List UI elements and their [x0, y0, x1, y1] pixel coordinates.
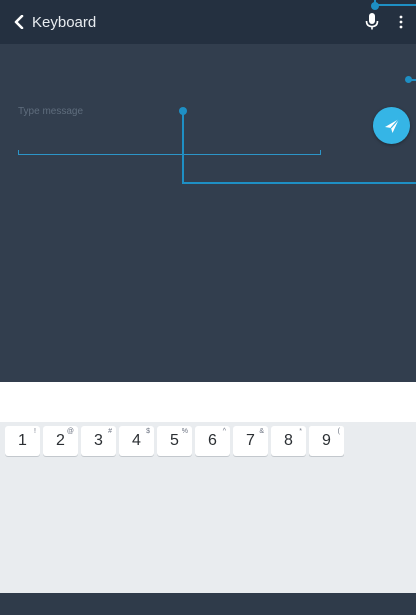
- key-spacer: [347, 426, 357, 456]
- key-7[interactable]: 7 &: [233, 426, 268, 456]
- callout-dot: [405, 76, 412, 83]
- message-input[interactable]: Type message: [18, 106, 83, 117]
- callout-line: [374, 4, 416, 6]
- compose-area: Type message: [0, 44, 416, 382]
- send-icon: [384, 118, 399, 133]
- microphone-icon[interactable]: [364, 13, 380, 31]
- keyboard: 1! 2@ 3# 4$ 5% 6^ 7& 8* 9( 9( 9(: [0, 422, 416, 593]
- key-5[interactable]: 5%: [157, 426, 192, 456]
- key-3[interactable]: 3 #: [81, 426, 116, 456]
- input-underline-cap: [320, 150, 321, 155]
- page-title: Keyboard: [32, 13, 97, 31]
- input-underline-cap: [18, 150, 19, 155]
- key-4[interactable]: 4 $: [119, 426, 154, 456]
- key-1[interactable]: 1!: [5, 426, 40, 456]
- app-bar: Keyboard: [0, 0, 416, 44]
- callout-line: [182, 182, 416, 184]
- key-8[interactable]: 8 *: [271, 426, 306, 456]
- screen: Keyboard Type message 1 ! 2 @ 3 # 4 $ 5 …: [0, 0, 416, 615]
- key-2[interactable]: 2 @: [43, 426, 78, 456]
- send-button[interactable]: [373, 107, 410, 144]
- callout-line: [182, 111, 184, 184]
- key-6[interactable]: 6 ^: [195, 426, 230, 456]
- key-9[interactable]: 9(: [309, 426, 344, 456]
- callout-dot: [371, 2, 379, 10]
- input-underline: [18, 154, 321, 155]
- back-button[interactable]: [0, 0, 24, 44]
- more-vert-icon[interactable]: [396, 14, 406, 30]
- suggestion-strip: [0, 382, 416, 422]
- chevron-left-icon: [14, 15, 24, 29]
